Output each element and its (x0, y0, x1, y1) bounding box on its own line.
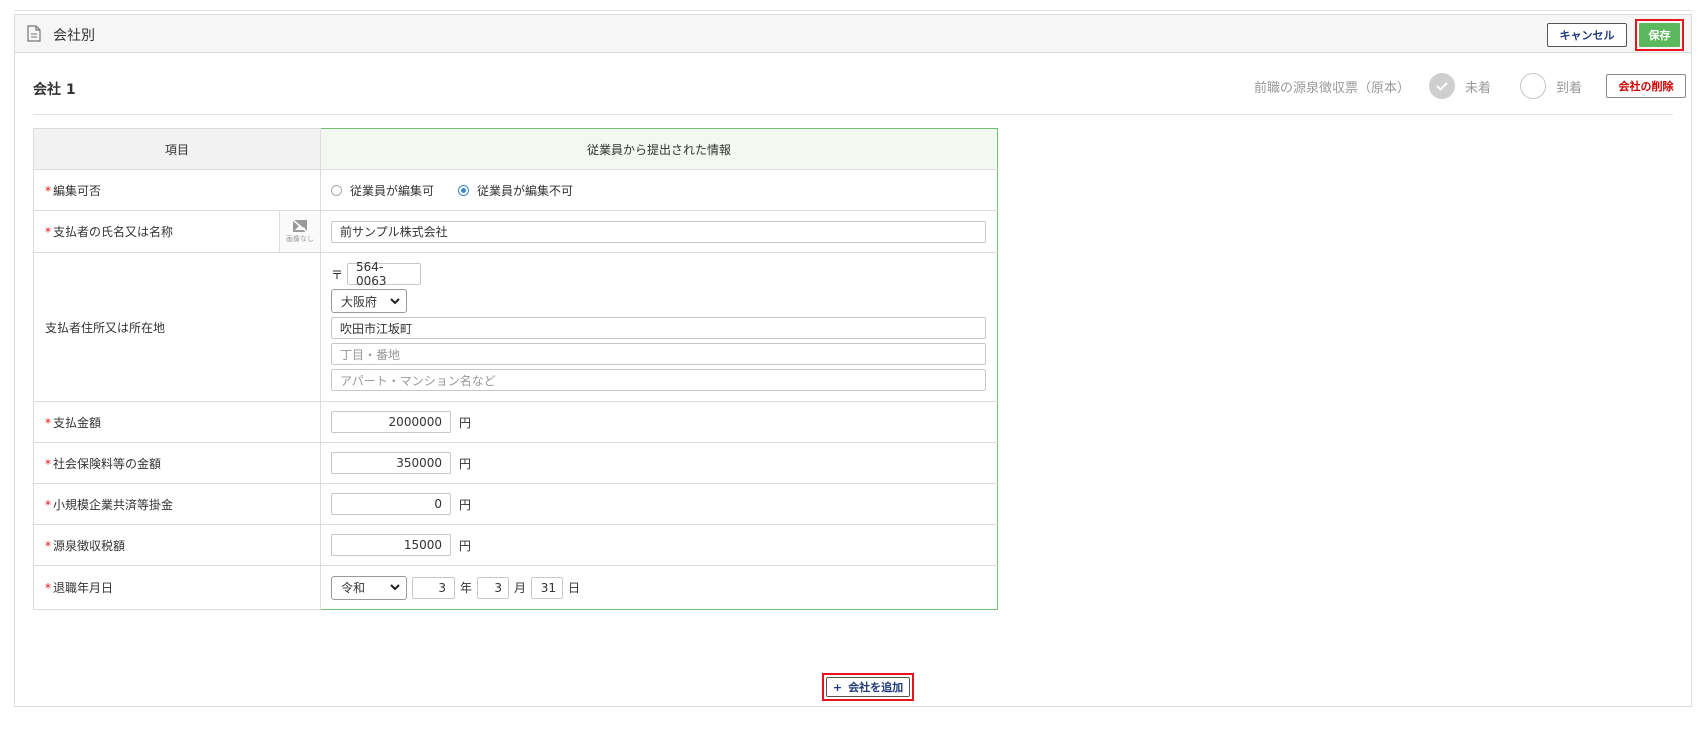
unit-label: 円 (459, 497, 472, 512)
radio-not-editable[interactable]: 従業員が編集不可 (458, 182, 573, 199)
row-label: 小規模企業共済等掛金 (53, 497, 174, 512)
row-small-business: * 小規模企業共済等掛金 0 円 (33, 483, 998, 525)
unit-label: 円 (459, 456, 472, 471)
status-arrived[interactable]: 到着 (1520, 73, 1582, 99)
no-image-thumbnail[interactable]: 画像なし (279, 211, 320, 252)
day-input[interactable]: 31 (531, 576, 564, 599)
social-insurance-input[interactable]: 350000 (331, 452, 451, 474)
chevron-down-icon (390, 297, 400, 304)
payer-name-input[interactable]: 前サンプル株式会社 (331, 220, 986, 243)
unit-label: 円 (459, 538, 472, 553)
unit-label: 円 (459, 415, 472, 430)
delete-company-button[interactable]: 会社の削除 (1606, 74, 1686, 98)
prefecture-select[interactable]: 大阪府 (331, 289, 407, 313)
status-unarrived[interactable]: 未着 (1429, 73, 1491, 99)
receipt-label: 前職の源泉徴収票（原本） (1254, 81, 1411, 96)
required-mark: * (45, 456, 51, 471)
row-label: 社会保険料等の金額 (53, 456, 162, 471)
company-form-table: 項目 従業員から提出された情報 *編集可否 従業員が編集可 従業員が編集不可 (33, 128, 998, 610)
building-input[interactable]: アパート・マンション名など (331, 369, 986, 391)
row-payer-name: * 支払者の氏名又は名称 画像なし 前サンプル株式会社 (33, 210, 998, 253)
radio-on-icon[interactable] (458, 184, 470, 196)
postal-code-input[interactable]: 564-0063 (347, 260, 422, 288)
required-mark: * (45, 415, 51, 430)
column-header-info: 従業員から提出された情報 (320, 128, 998, 170)
payment-input[interactable]: 2000000 (331, 411, 451, 433)
era-select[interactable]: 令和 (331, 575, 407, 600)
required-mark: * (45, 538, 51, 553)
empty-circle-icon[interactable] (1520, 73, 1546, 99)
status-unarrived-label: 未着 (1465, 80, 1492, 96)
company-title: 会社 1 (33, 82, 76, 98)
panel-header: 会社別 キャンセル 保存 (15, 15, 1691, 53)
radio-off-icon[interactable] (331, 184, 342, 196)
year-input[interactable]: 3 (412, 576, 455, 599)
row-social-insurance: * 社会保険料等の金額 350000 円 (33, 442, 998, 484)
editable-radio-group: 従業員が編集可 従業員が編集不可 (331, 182, 987, 199)
row-retirement-date: * 退職年月日 令和 3 年 3 月 31 日 (33, 565, 998, 610)
top-divider (14, 10, 1692, 11)
row-label: 源泉徴収税額 (53, 538, 126, 553)
required-mark: * (45, 497, 51, 512)
document-icon (27, 25, 41, 42)
row-payment: * 支払金額 2000000 円 (33, 401, 998, 443)
row-label: 支払者住所又は所在地 (33, 252, 321, 402)
row-label: 編集可否 (53, 183, 102, 198)
no-image-icon (292, 219, 308, 233)
add-company-button[interactable]: + 会社を追加 (826, 677, 910, 697)
chevron-down-icon (390, 584, 400, 591)
block-input[interactable]: 丁目・番地 (331, 343, 986, 365)
page-title: 会社別 (53, 28, 95, 44)
status-arrived-label: 到着 (1556, 80, 1583, 96)
required-mark: * (45, 183, 51, 198)
required-mark: * (45, 224, 51, 239)
city-input[interactable]: 吹田市江坂町 (331, 317, 986, 339)
add-company-button-highlight: + 会社を追加 (822, 673, 914, 701)
plus-icon: + (832, 680, 843, 694)
check-icon[interactable] (1429, 73, 1455, 99)
withholding-input[interactable]: 15000 (331, 534, 451, 556)
row-label: 退職年月日 (53, 581, 114, 595)
row-label: 支払者の氏名又は名称 (53, 225, 174, 239)
required-mark: * (45, 581, 51, 595)
column-header-item: 項目 (33, 128, 321, 170)
month-input[interactable]: 3 (477, 576, 510, 599)
row-label: 支払金額 (53, 415, 102, 430)
cancel-button[interactable]: キャンセル (1547, 23, 1627, 47)
radio-editable[interactable]: 従業員が編集可 (331, 182, 434, 199)
company-panel: 会社別 キャンセル 保存 会社 1 前職の源泉徴収票（原本） 未着 到着 会社の… (14, 14, 1692, 707)
save-button-highlight: 保存 (1635, 19, 1684, 51)
row-payer-address: 支払者住所又は所在地 〒 564-0063 大阪府 吹田市江坂町 丁目・番地 ア… (33, 252, 998, 402)
table-header-row: 項目 従業員から提出された情報 (33, 128, 998, 170)
company-divider (33, 114, 1673, 115)
small-business-input[interactable]: 0 (331, 493, 451, 515)
save-button[interactable]: 保存 (1639, 23, 1680, 47)
postal-mark: 〒 (331, 267, 344, 282)
row-editable: * 編集可否 従業員が編集可 従業員が編集不可 (33, 169, 998, 211)
row-withholding: * 源泉徴収税額 15000 円 (33, 524, 998, 566)
